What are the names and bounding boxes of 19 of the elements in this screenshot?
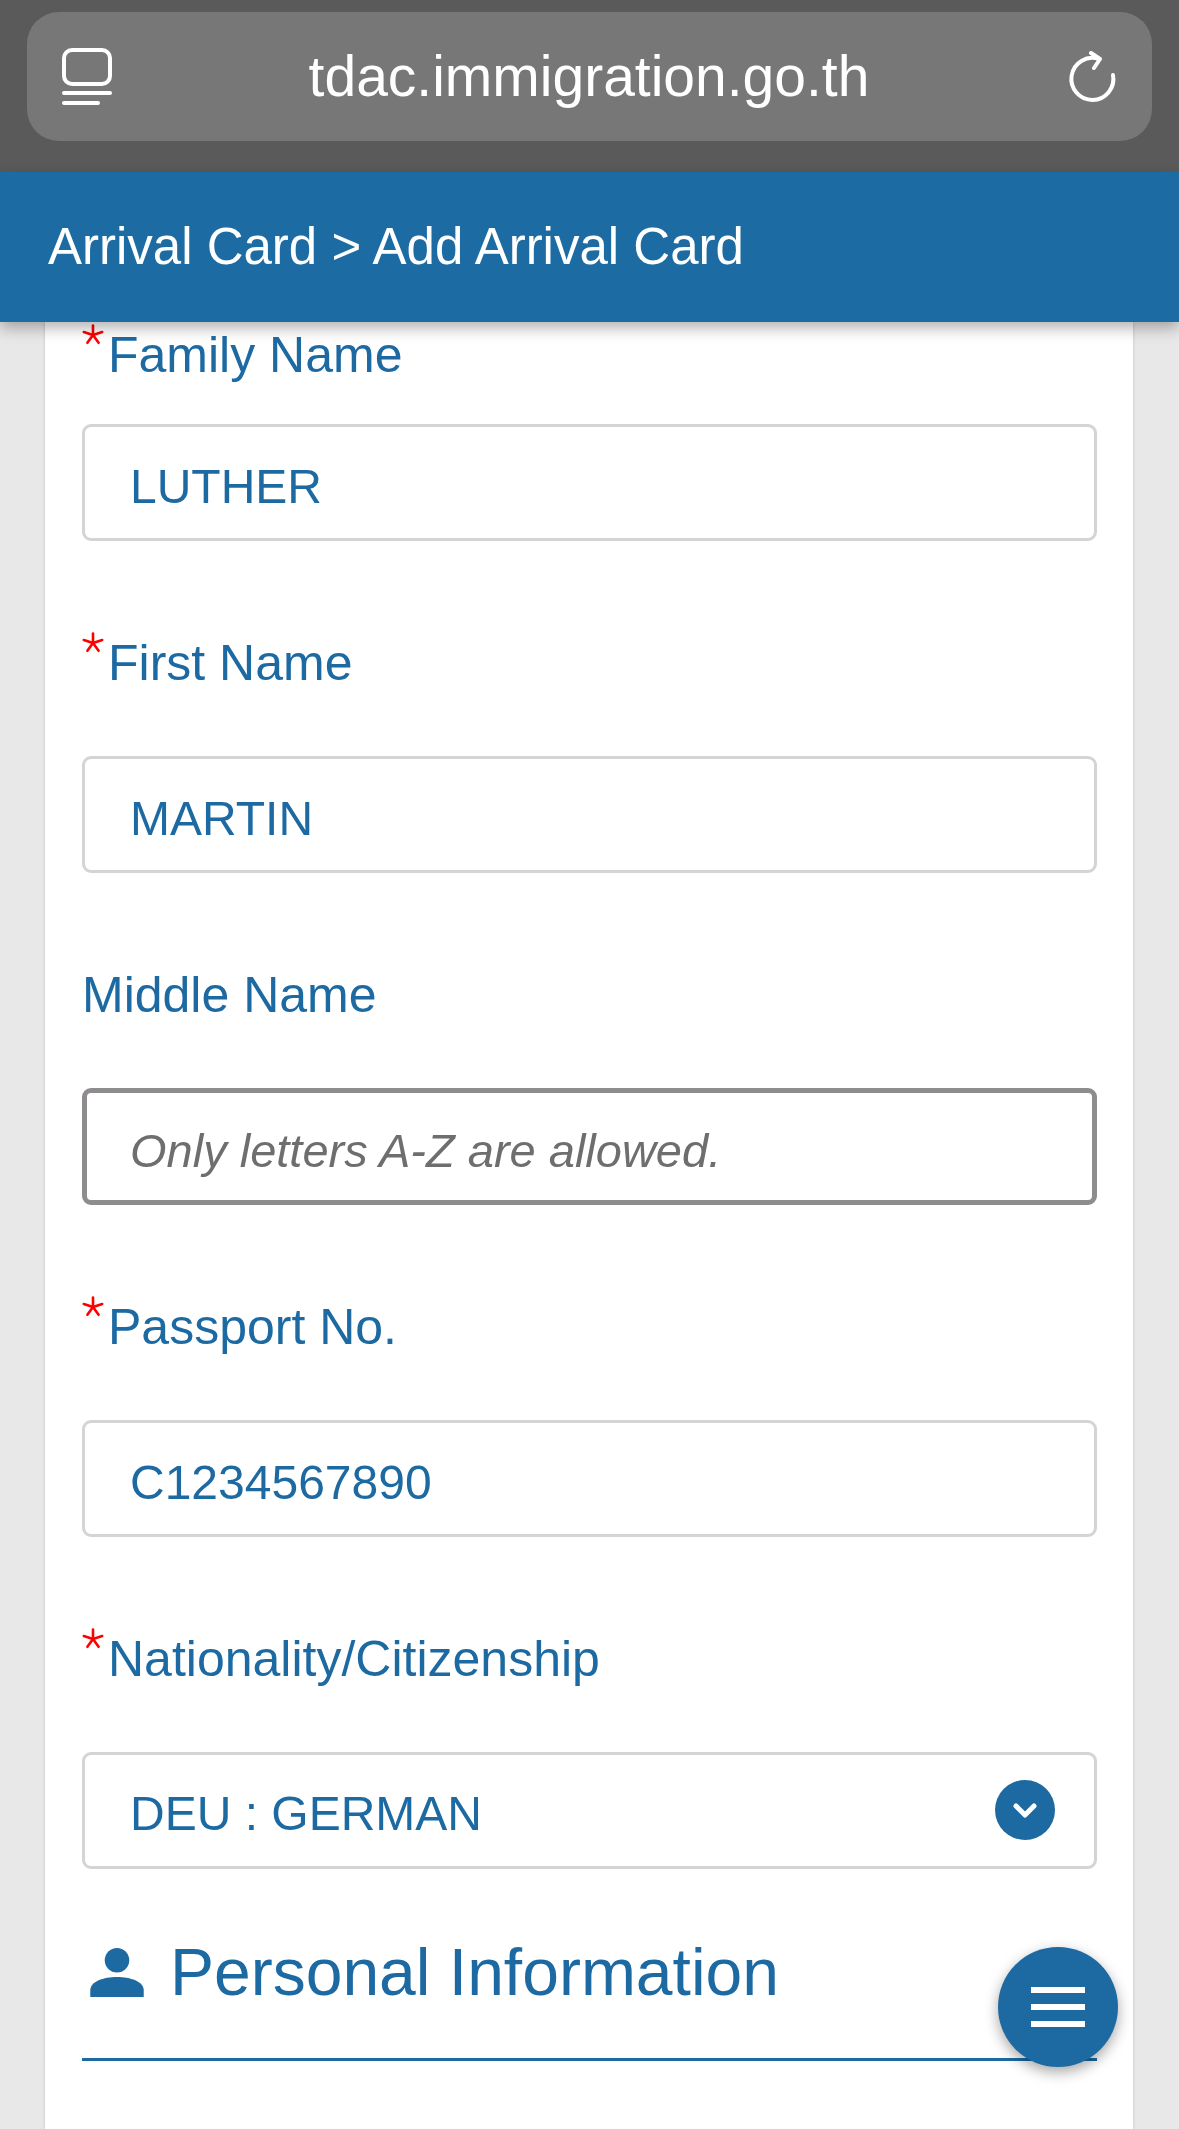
- url-text: tdac.immigration.go.th: [308, 43, 870, 111]
- field-label: Nationality/Citizenship: [108, 1630, 600, 1689]
- dropdown-select[interactable]: DEU : GERMAN: [82, 1752, 1097, 1869]
- field-label: Middle Name: [82, 966, 377, 1025]
- text-input[interactable]: MARTIN: [82, 756, 1097, 873]
- person-icon: [90, 1947, 144, 1997]
- text-input[interactable]: C1234567890: [82, 1420, 1097, 1537]
- text-input[interactable]: Only letters A-Z are allowed.: [82, 1088, 1097, 1205]
- reload-icon[interactable]: [1066, 50, 1118, 103]
- page-menu-icon[interactable]: [62, 47, 112, 106]
- text-input[interactable]: LUTHER: [82, 424, 1097, 541]
- chevron-down-icon: [995, 1779, 1055, 1840]
- page-title: Arrival Card > Add Arrival Card: [48, 217, 744, 278]
- section-title: Personal Information: [170, 1934, 779, 2011]
- menu-icon: [1031, 1987, 1085, 2027]
- address-bar[interactable]: tdac.immigration.go.th: [27, 12, 1152, 141]
- field-label: Family Name: [108, 326, 403, 385]
- field-label: First Name: [108, 634, 353, 693]
- field-label: Passport No.: [108, 1298, 397, 1357]
